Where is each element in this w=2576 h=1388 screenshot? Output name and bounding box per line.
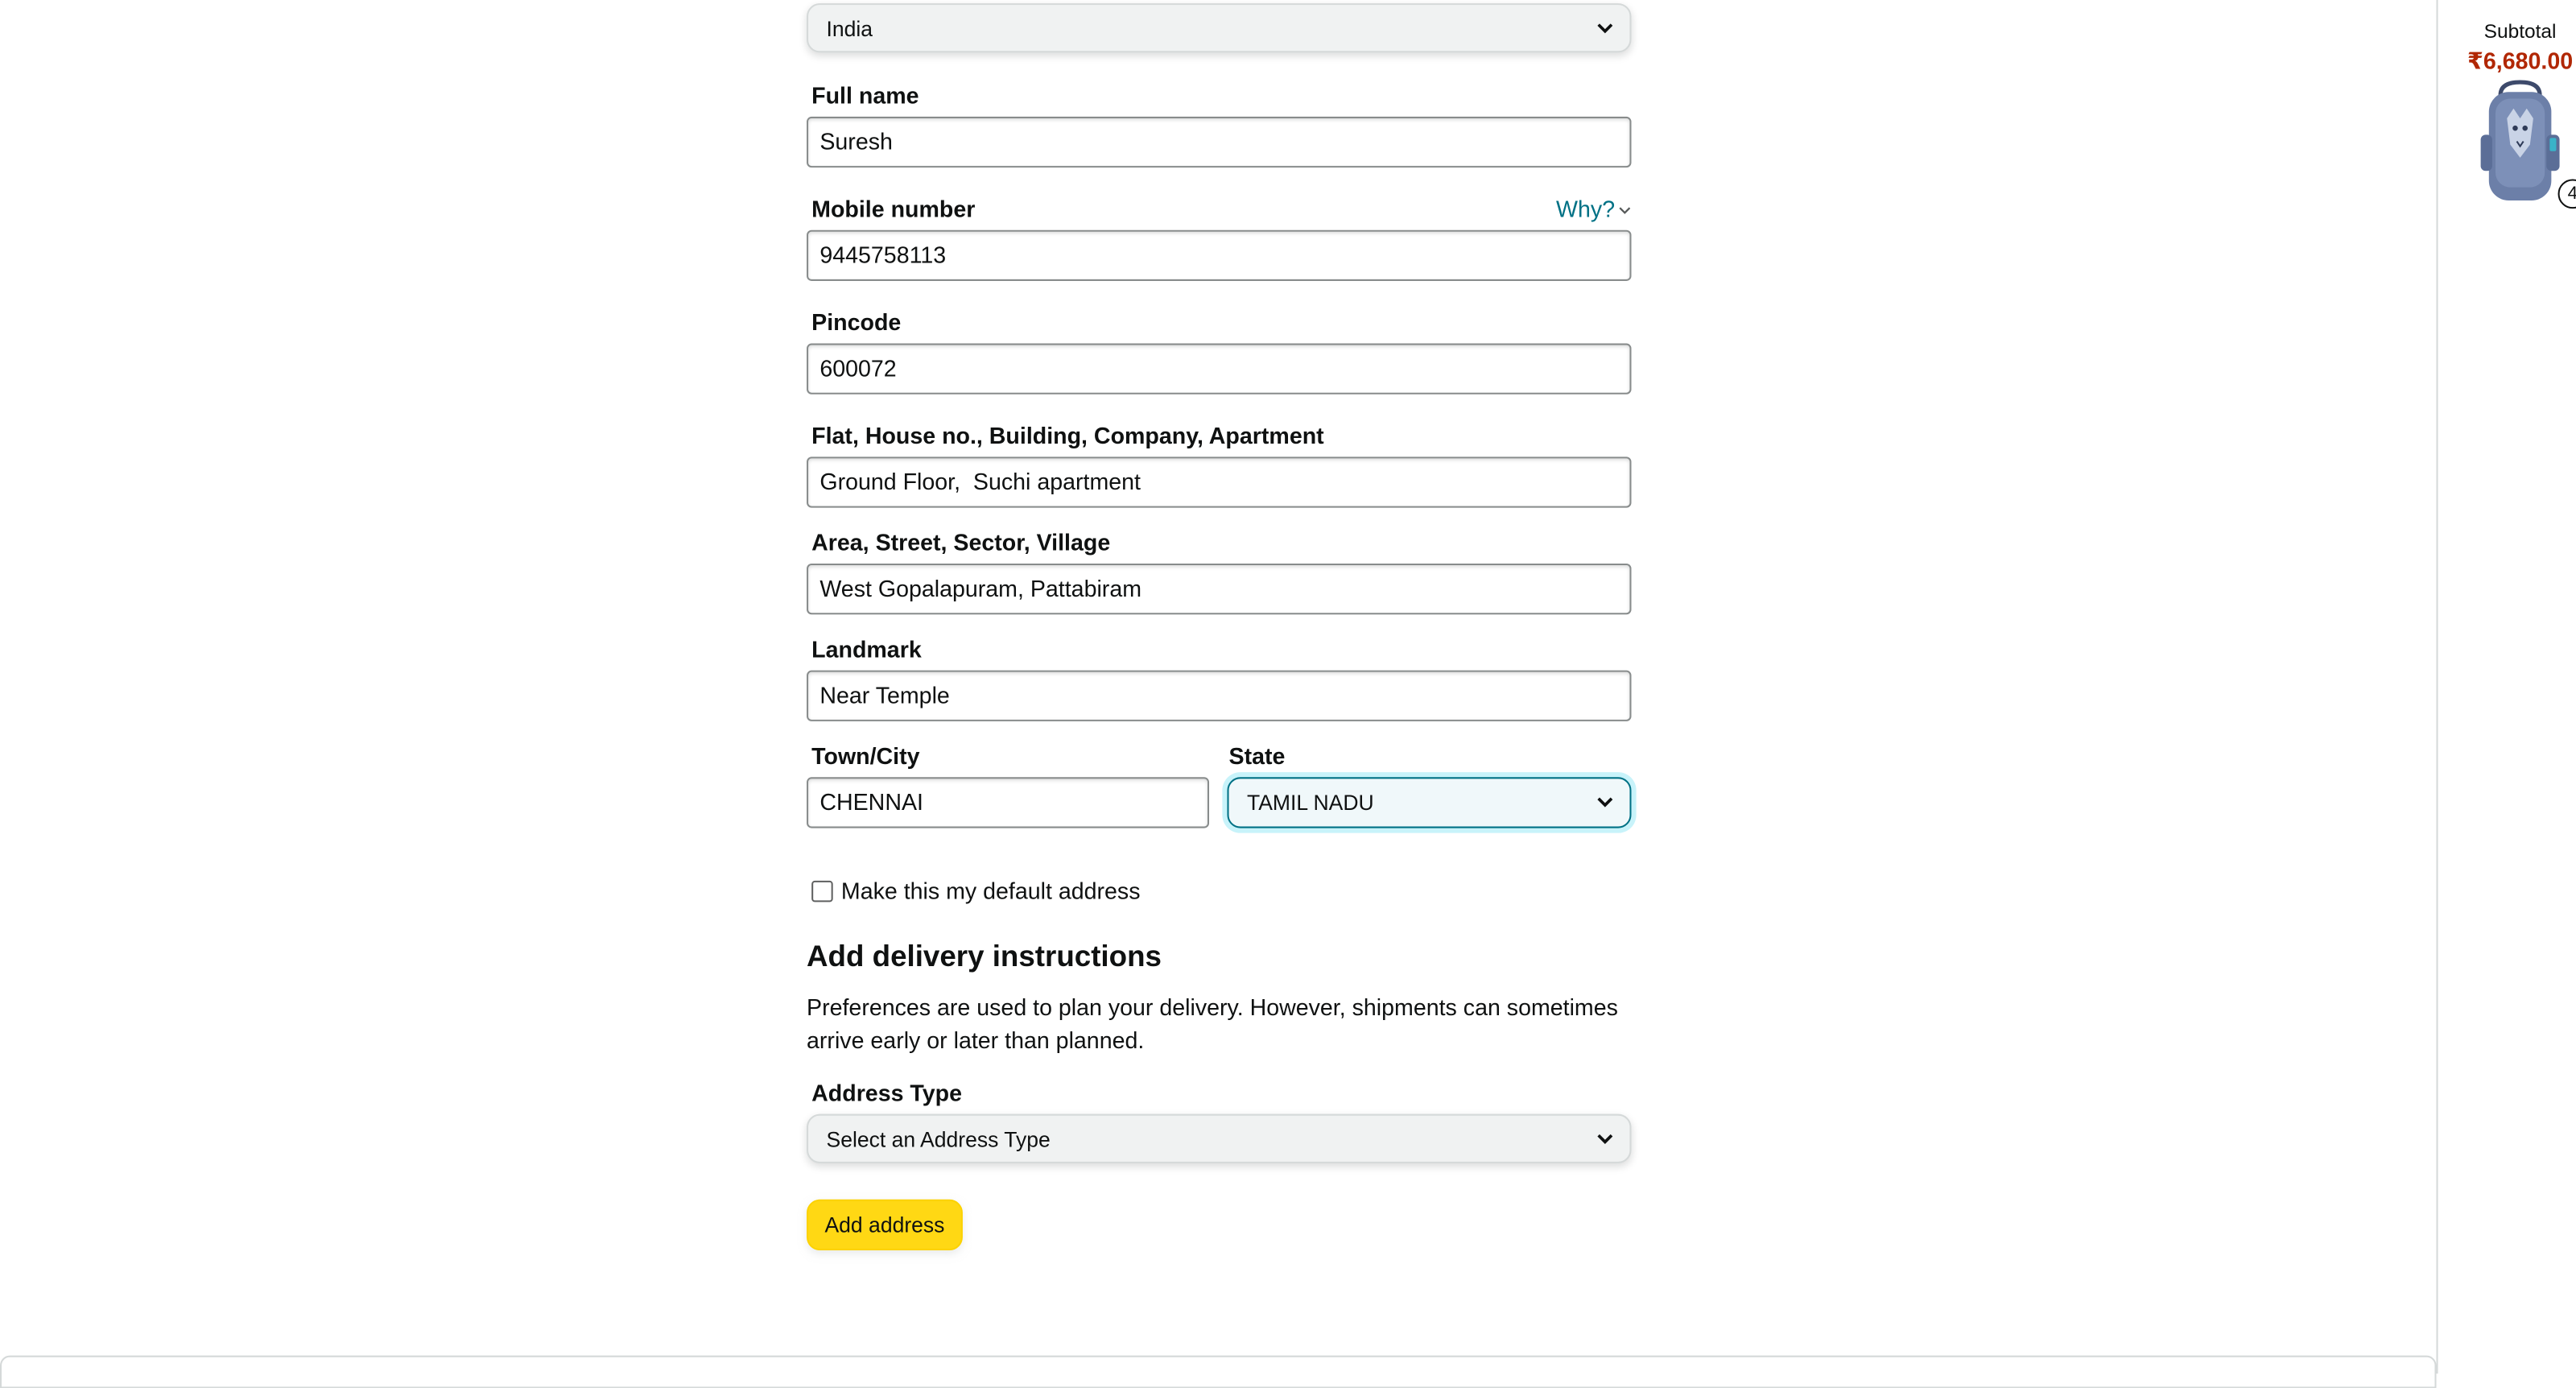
why-link-label: Why? [1556,195,1616,222]
subtotal-value: ₹6,680.00 [2467,48,2574,74]
country-select-value: India [826,16,873,42]
town-city-input[interactable]: CHENNAI [807,777,1210,828]
flat-house-input[interactable]: Ground Floor, Suchi apartment [807,456,1632,508]
state-select[interactable]: TAMIL NADU [1227,777,1632,828]
backpack-product-image[interactable] [2474,79,2566,207]
mobile-number-label: Mobile number [811,195,976,222]
country-select[interactable]: India [807,3,1632,53]
add-address-button[interactable]: Add address [807,1199,963,1251]
pincode-input[interactable]: 600072 [807,343,1632,395]
landmark-input[interactable]: Near Temple [807,670,1632,721]
footer-divider [0,1355,2437,1388]
flat-house-label: Flat, House no., Building, Company, Apar… [811,422,1324,449]
subtotal-label: Subtotal [2483,19,2557,43]
town-city-label: Town/City [811,742,920,770]
why-link[interactable]: Why? [1556,196,1631,222]
delivery-instructions-heading: Add delivery instructions [807,940,1162,973]
mobile-number-input[interactable]: 9445758113 [807,229,1632,281]
chevron-down-icon [1597,797,1613,808]
cart-summary-panel: Subtotal ₹6,680.00 4 [2436,0,2576,1374]
chevron-down-icon [1597,1134,1613,1144]
chevron-down-icon [1619,207,1631,215]
default-address-checkbox[interactable] [811,880,833,903]
pincode-label: Pincode [811,308,902,336]
default-address-label: Make this my default address [840,877,1141,904]
full-name-input[interactable]: Suresh [807,116,1632,168]
delivery-instructions-description: Preferences are used to plan your delive… [807,993,1618,1054]
area-street-input[interactable]: West Gopalapuram, Pattabiram [807,563,1632,615]
address-type-label: Address Type [811,1079,962,1106]
area-street-label: Area, Street, Sector, Village [811,529,1111,556]
address-type-select-value: Select an Address Type [826,1126,1051,1152]
address-type-select[interactable]: Select an Address Type [807,1113,1632,1163]
chevron-down-icon [1597,23,1613,34]
landmark-label: Landmark [811,635,922,663]
full-name-label: Full name [811,82,919,109]
state-label: State [1228,742,1286,770]
state-select-value: TAMIL NADU [1246,790,1374,816]
